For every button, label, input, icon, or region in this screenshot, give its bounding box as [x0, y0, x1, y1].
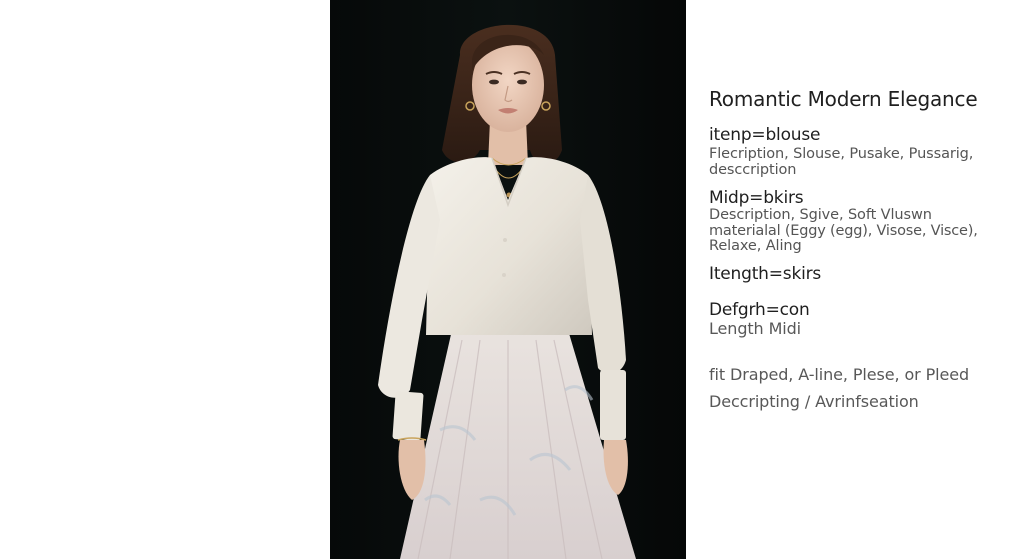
section-heading-design: Defgrh=con	[709, 300, 810, 320]
footer-line-2: Deccripting / Avrinfseation	[709, 392, 919, 411]
panel-title: Romantic Modern Elegance	[709, 87, 978, 111]
section-line: Length Midi	[709, 319, 802, 338]
model-illustration	[330, 0, 686, 559]
page: Romantic Modern Elegance itenp=blouse Fl…	[0, 0, 1024, 559]
section-heading-skirt: Midp=bkirs	[709, 188, 804, 208]
section-heading-blouse: itenp=blouse	[709, 125, 821, 145]
section-line: Relaxe, Aling	[709, 238, 802, 254]
description-panel: Romantic Modern Elegance itenp=blouse Fl…	[709, 86, 1009, 426]
section-line: materialal (Eggy (egg), Visose, Visce),	[709, 223, 978, 239]
section-line: Description, Sgive, Soft Vluswn	[709, 207, 932, 223]
section-line: Flecription, Slouse, Pusake, Pussarig,	[709, 146, 974, 162]
section-line: desccription	[709, 162, 797, 178]
section-heading-length: Itength=skirs	[709, 264, 822, 284]
fashion-photo	[330, 0, 686, 559]
footer-line-1: fit Draped, A-line, Plese, or Pleed	[709, 365, 970, 384]
